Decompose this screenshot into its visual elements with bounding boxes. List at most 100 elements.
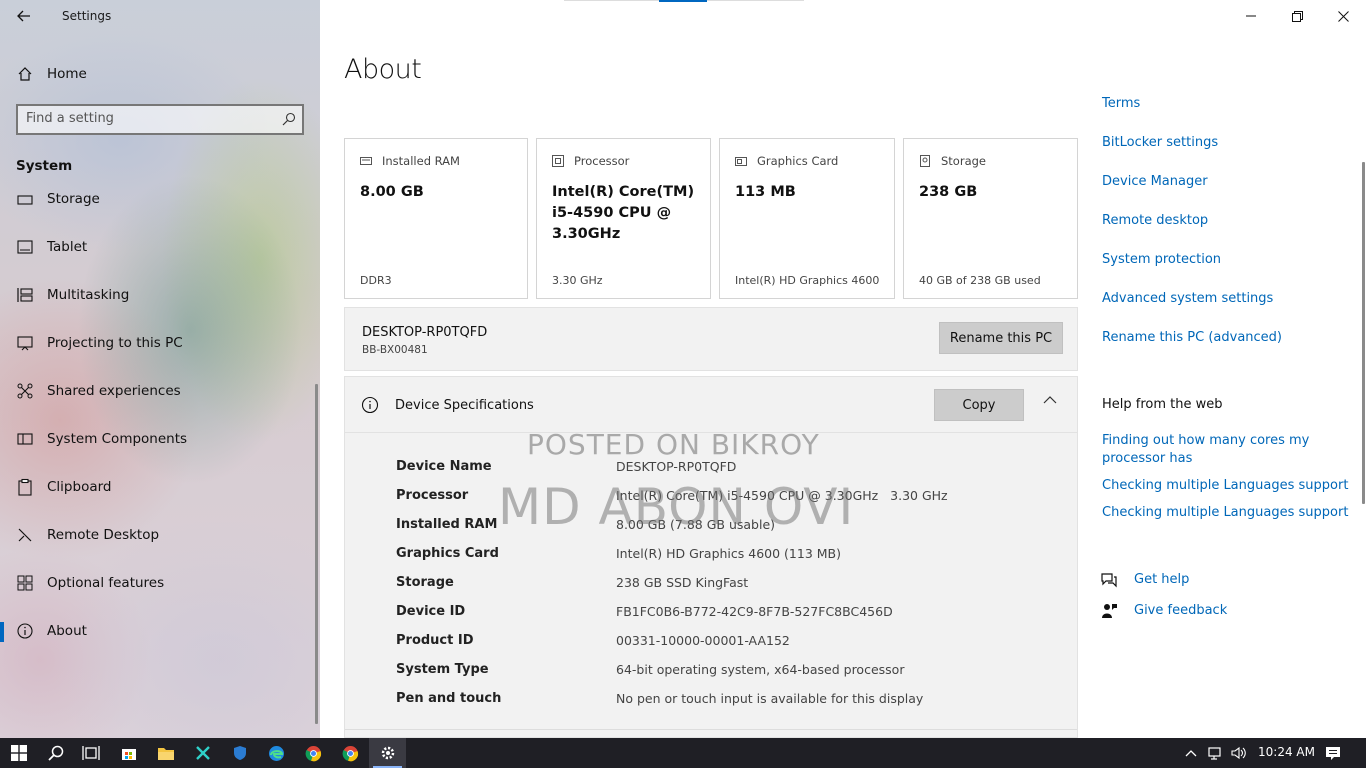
card-label: Graphics Card — [757, 154, 839, 168]
card-value: Intel(R) Core(TM) i5-4590 CPU @ 3.30GHz — [552, 184, 695, 242]
sidebar-item-about[interactable]: About — [0, 614, 320, 648]
optional-features-icon — [17, 575, 33, 591]
device-specifications: Device Specifications Copy Device Name D… — [344, 376, 1078, 738]
app-x-icon — [195, 746, 210, 760]
chrome-button-2[interactable] — [332, 738, 369, 768]
sidebar-item-projecting[interactable]: Projecting to this PC — [0, 326, 320, 360]
storage-drive-icon — [920, 155, 930, 167]
link-device-manager[interactable]: Device Manager — [1102, 174, 1208, 189]
card-value: 113 MB — [735, 184, 796, 200]
card-graphics: Graphics Card 113 MB Intel(R) HD Graphic… — [719, 138, 895, 299]
shield-icon — [233, 746, 246, 760]
show-hidden-icons-button[interactable] — [1182, 744, 1200, 762]
spec-value: 8.00 GB (7.88 GB usable) — [616, 517, 776, 532]
sidebar-item-shared-experiences[interactable]: Shared experiences — [0, 374, 320, 408]
action-center-button[interactable] — [1324, 744, 1342, 762]
sidebar-item-clipboard[interactable]: Clipboard — [0, 470, 320, 504]
sidebar-item-system-components[interactable]: System Components — [0, 422, 320, 456]
feedback-icon — [1102, 604, 1117, 618]
sidebar-item-storage[interactable]: Storage — [0, 182, 320, 216]
chrome-button[interactable] — [295, 738, 332, 768]
device-specifications-header[interactable]: Device Specifications Copy — [345, 377, 1077, 433]
search-box[interactable] — [16, 104, 304, 135]
task-view-button[interactable] — [72, 738, 109, 768]
link-terms[interactable]: Terms — [1102, 96, 1140, 111]
window-title: Settings — [62, 9, 112, 23]
spec-value: 238 GB SSD KingFast — [616, 575, 749, 590]
sidebar-item-home[interactable]: Home — [0, 60, 320, 88]
spec-key: Installed RAM — [396, 517, 498, 532]
restore-icon — [1291, 10, 1303, 22]
spec-key: Pen and touch — [396, 691, 502, 706]
spec-key: Graphics Card — [396, 546, 499, 561]
clock[interactable]: 10:24 AM — [1258, 745, 1315, 759]
sidebar-item-optional-features[interactable]: Optional features — [0, 566, 320, 600]
shared-experiences-icon — [17, 383, 33, 399]
system-components-icon — [17, 433, 33, 445]
card-sub: 40 GB of 238 GB used — [919, 274, 1041, 287]
restore-button[interactable] — [1274, 0, 1320, 32]
security-button[interactable] — [221, 738, 258, 768]
back-button[interactable] — [10, 5, 38, 27]
edge-button[interactable] — [258, 738, 295, 768]
copy-button[interactable]: Copy — [934, 389, 1024, 421]
search-input[interactable] — [26, 111, 276, 126]
store-button[interactable] — [110, 738, 147, 768]
sidebar-item-label: Tablet — [47, 239, 88, 255]
task-view-icon — [81, 746, 100, 760]
link-rename-pc-advanced[interactable]: Rename this PC (advanced) — [1102, 330, 1282, 345]
pc-name: DESKTOP-RP0TQFD — [362, 325, 488, 340]
settings-taskbar-button[interactable] — [369, 738, 406, 768]
link-bitlocker-settings[interactable]: BitLocker settings — [1102, 135, 1218, 150]
sidebar-item-label: Multitasking — [47, 287, 130, 303]
network-button[interactable] — [1207, 744, 1225, 762]
link-system-protection[interactable]: System protection — [1102, 252, 1221, 267]
home-label: Home — [47, 66, 87, 82]
card-label: Storage — [941, 154, 986, 168]
sidebar-item-label: Optional features — [47, 575, 165, 591]
back-arrow-icon — [17, 10, 30, 22]
sidebar-item-multitasking[interactable]: Multitasking — [0, 278, 320, 312]
volume-icon — [1231, 746, 1246, 760]
minimize-button[interactable] — [1228, 0, 1274, 32]
sidebar-scrollbar[interactable] — [315, 384, 318, 724]
page-title: About — [344, 54, 422, 85]
search-icon — [47, 745, 63, 761]
store-icon — [121, 749, 136, 760]
main-scrollbar[interactable] — [1362, 162, 1365, 504]
search-icon — [282, 112, 296, 126]
active-indicator — [0, 622, 4, 642]
taskbar: 10:24 AM — [0, 738, 1366, 768]
link-remote-desktop[interactable]: Remote desktop — [1102, 213, 1208, 228]
chevron-up-icon — [1185, 750, 1197, 757]
chevron-up-icon[interactable] — [1043, 395, 1057, 405]
pc-model: BB-BX00481 — [362, 344, 428, 356]
link-help-languages-2[interactable]: Checking multiple Languages support — [1102, 505, 1348, 520]
sidebar-item-label: About — [47, 623, 87, 639]
file-explorer-button[interactable] — [147, 738, 184, 768]
start-button[interactable] — [0, 738, 37, 768]
main-content: About Installed RAM 8.00 GB DDR3 Process… — [320, 0, 1366, 738]
sidebar-item-remote-desktop[interactable]: Remote Desktop — [0, 518, 320, 552]
rename-pc-button[interactable]: Rename this PC — [939, 322, 1063, 354]
gear-icon — [381, 746, 394, 760]
windows-logo-icon — [10, 745, 27, 761]
sidebar: Settings Home System Storage Tablet Mult… — [0, 0, 320, 738]
app-x-button[interactable] — [184, 738, 221, 768]
link-help-languages[interactable]: Checking multiple Languages support — [1102, 478, 1348, 493]
spec-key: Processor — [396, 488, 469, 503]
ram-icon — [360, 157, 372, 165]
tablet-icon — [17, 240, 33, 254]
spec-key: Device Name — [396, 459, 492, 474]
taskbar-search-button[interactable] — [37, 738, 74, 768]
close-button[interactable] — [1320, 0, 1366, 32]
card-label: Installed RAM — [382, 154, 460, 168]
volume-button[interactable] — [1230, 744, 1248, 762]
card-installed-ram: Installed RAM 8.00 GB DDR3 — [344, 138, 528, 299]
minimize-icon — [1246, 15, 1256, 17]
sidebar-item-tablet[interactable]: Tablet — [0, 230, 320, 264]
link-advanced-system-settings[interactable]: Advanced system settings — [1102, 291, 1273, 306]
card-storage: Storage 238 GB 40 GB of 238 GB used — [903, 138, 1078, 299]
link-help-cores[interactable]: Finding out how many cores my processor … — [1102, 432, 1322, 468]
card-value: 238 GB — [919, 184, 978, 200]
